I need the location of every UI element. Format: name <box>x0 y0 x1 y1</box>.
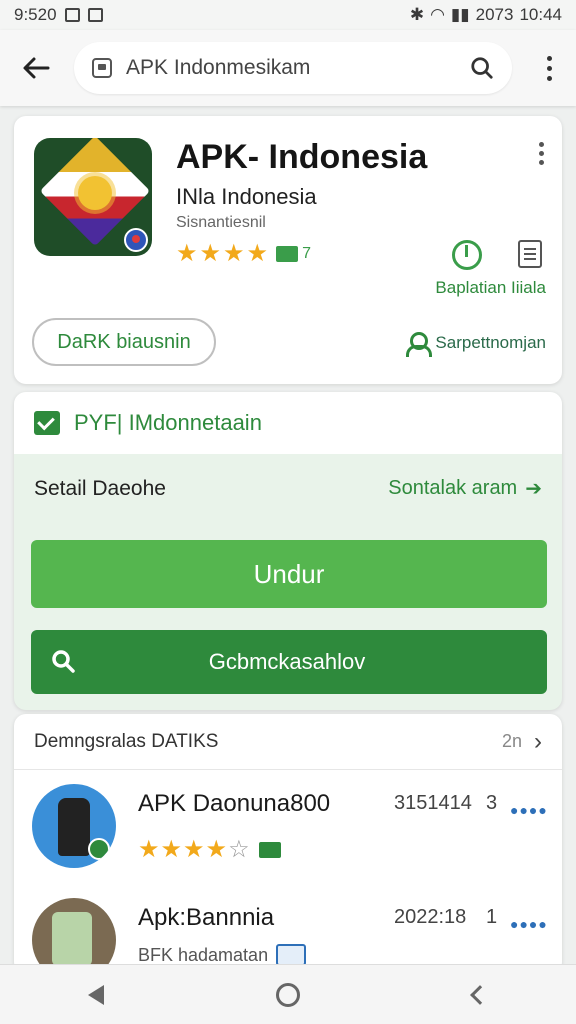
status-time-right: 10:44 <box>519 5 562 24</box>
document-icon[interactable] <box>518 240 542 268</box>
rating-count: 7 <box>302 245 311 262</box>
install-card: PYF| IMdonnetaain Setail Daeohe Sontalak… <box>14 392 562 710</box>
circle-home-icon <box>276 982 300 1007</box>
tag-icon <box>276 246 299 262</box>
outline-button[interactable]: DaRK biausnin <box>32 318 216 366</box>
info-banner: PYF| IMdonnetaain <box>14 392 562 454</box>
power-icon[interactable] <box>452 240 482 270</box>
status-bar: 9:520 ✱ ◠ ▮▮ 2073 10:44 <box>0 0 576 30</box>
address-bar[interactable]: APK Indonmesikam <box>74 42 512 94</box>
signal-icon: ▮▮ <box>450 5 470 24</box>
item-title: Apk:Bannnia <box>138 904 275 931</box>
arrow-left-icon <box>23 57 50 79</box>
triangle-back-icon <box>88 984 104 1005</box>
share-link[interactable]: Sarpettnomjan <box>405 332 546 357</box>
chevron-left-icon <box>470 984 490 1005</box>
nav-recent-button[interactable] <box>452 967 508 1023</box>
notification-icon <box>64 8 80 22</box>
more-dots-icon[interactable]: ●●●● <box>510 802 548 818</box>
item-rank: 3 <box>486 792 498 814</box>
wifi-icon: ◠ <box>430 5 445 24</box>
detail-title: Setail Daeohe <box>34 476 166 500</box>
more-vert-icon[interactable] <box>539 142 544 165</box>
star-icon: ★ <box>223 240 245 267</box>
person-icon <box>405 332 433 357</box>
app-card: APK- Indonesia INla Indonesia Sisnanties… <box>14 116 562 384</box>
star-icon: ★ <box>176 240 198 267</box>
star-icon: ★ <box>138 836 160 863</box>
item-stars: ★ ★ ★ ★ ☆ <box>138 838 281 862</box>
bluetooth-icon: ✱ <box>409 5 425 24</box>
search-icon[interactable] <box>470 56 494 80</box>
tag-icon <box>258 842 281 858</box>
app-icon[interactable] <box>34 138 152 256</box>
item-meta: 2022:18 <box>394 906 467 928</box>
badge-icon <box>124 228 148 252</box>
list-card: Demngsralas DATIKS 2n › APK Daonuna800 3… <box>14 714 562 982</box>
list-count: 2n <box>501 731 522 751</box>
search-button[interactable]: Gcbmckasahlov <box>31 630 547 694</box>
app-bar: APK Indonmesikam <box>0 30 576 106</box>
detail-row: Setail Daeohe Sontalak aram ➔ <box>14 476 562 501</box>
item-avatar <box>32 784 116 868</box>
status-time-left: 9:520 <box>14 5 57 24</box>
star-icon: ★ <box>183 836 205 863</box>
action-label[interactable]: Baplatian Iiiala <box>435 278 546 298</box>
search-icon <box>52 650 75 673</box>
search-button-label: Gcbmckasahlov <box>208 649 366 674</box>
star-icon: ★ <box>199 240 222 267</box>
arrow-right-icon: ➔ <box>525 478 542 500</box>
overflow-menu-button[interactable] <box>534 44 564 92</box>
detail-link[interactable]: Sontalak aram ➔ <box>388 476 542 501</box>
chevron-right-icon: › <box>534 727 542 755</box>
item-sub-label: BFK hadamatan <box>138 944 269 965</box>
nav-home-button[interactable] <box>260 967 316 1023</box>
item-subtitle: BFK hadamatan <box>138 944 307 966</box>
banner-text: PYF| IMdonnetaain <box>74 410 262 435</box>
nav-back-button[interactable] <box>68 967 124 1023</box>
app-subtitle: INla Indonesia <box>176 184 317 209</box>
system-nav-bar <box>0 964 576 1024</box>
download-button[interactable]: Undur <box>31 540 547 608</box>
star-icon: ★ <box>160 836 183 863</box>
app-developer[interactable]: Sisnantiesnil <box>176 214 266 232</box>
more-dots-icon[interactable]: ●●●● <box>510 916 548 932</box>
check-icon <box>34 411 60 435</box>
rating-badge: 7 <box>276 245 311 263</box>
badge-icon <box>88 838 110 860</box>
list-item[interactable]: APK Daonuna800 3151414 3 ●●●● ★ ★ ★ ★ ☆ <box>14 780 562 890</box>
item-meta: 3151414 <box>394 792 472 814</box>
item-rank: 1 <box>486 906 498 928</box>
back-button[interactable] <box>12 44 60 92</box>
item-title: APK Daonuna800 <box>138 790 331 817</box>
star-half-icon: ★ <box>205 836 228 863</box>
star-icon: ★ <box>246 240 269 267</box>
list-title: Demngsralas DATIKS <box>34 730 219 752</box>
sparkle-icon <box>276 944 307 966</box>
address-text: APK Indonmesikam <box>126 56 311 79</box>
app-title: APK- Indonesia <box>176 138 428 176</box>
star-empty-icon: ☆ <box>228 836 250 863</box>
detail-link-label: Sontalak aram <box>388 477 518 499</box>
battery-label: 2073 <box>475 5 514 24</box>
notification-icon-2 <box>87 8 103 22</box>
list-header[interactable]: Demngsralas DATIKS 2n › <box>14 714 562 770</box>
share-label: Sarpettnomjan <box>435 333 546 352</box>
lock-icon <box>92 58 112 78</box>
rating-row: ★ ★ ★ ★ 7 <box>176 242 311 266</box>
